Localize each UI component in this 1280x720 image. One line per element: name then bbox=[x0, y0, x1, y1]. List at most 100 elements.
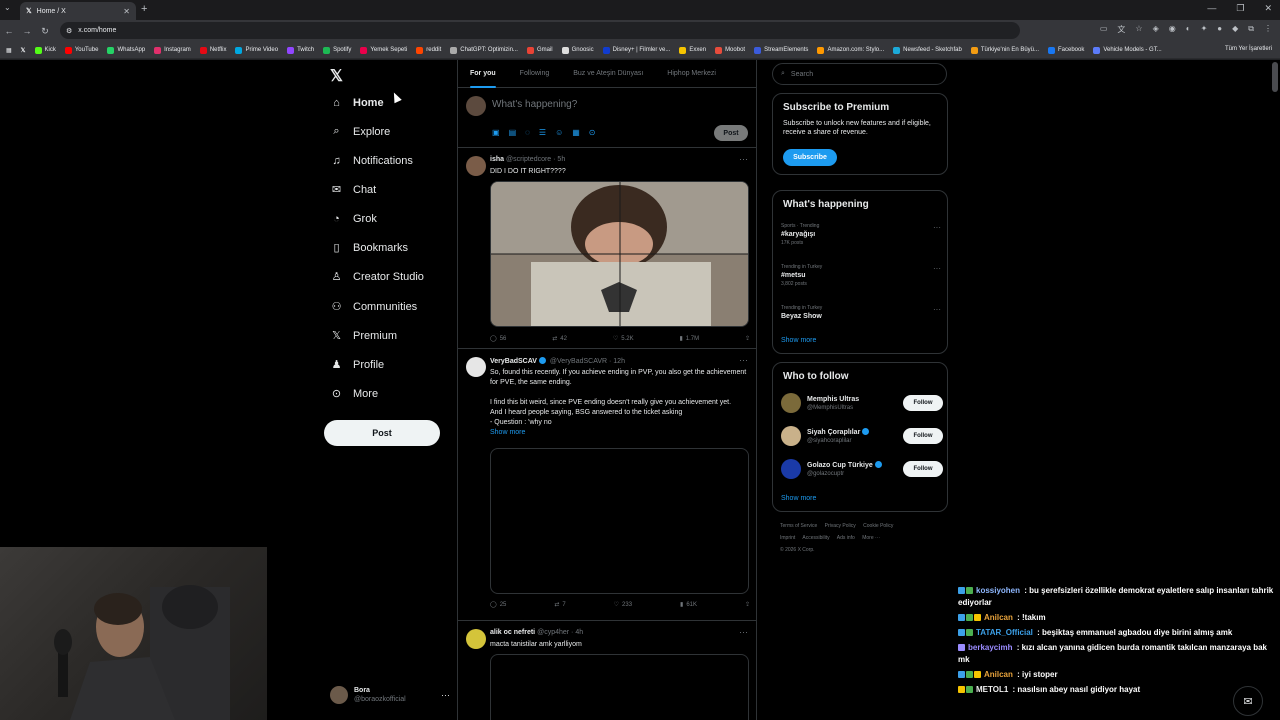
share-icon[interactable]: ⇪ bbox=[745, 335, 750, 342]
bookmark-item[interactable]: Amazon.com: Stylo... bbox=[817, 46, 884, 54]
bookmark-item[interactable]: StreamElements bbox=[754, 46, 808, 54]
extension-icon[interactable]: ◈ bbox=[1153, 24, 1159, 35]
show-more-link[interactable]: Show more bbox=[781, 495, 816, 502]
composer-input[interactable]: What's happening? bbox=[492, 99, 577, 110]
tab-search-icon[interactable]: ⌄ bbox=[4, 3, 11, 12]
nav-item-grok[interactable]: ◔ Grok bbox=[330, 212, 377, 225]
bookmark-item[interactable]: Netflix bbox=[199, 46, 226, 54]
gif-icon[interactable]: ▤ bbox=[509, 128, 517, 137]
extensions-puzzle-icon[interactable]: ⧉ bbox=[1248, 24, 1254, 35]
views-button[interactable]: ▮ 1.7M bbox=[679, 335, 699, 343]
nav-item-notifications[interactable]: ♫ Notifications bbox=[330, 154, 413, 167]
footer-link[interactable]: Imprint bbox=[780, 535, 795, 541]
more-dots-icon[interactable]: ··· bbox=[739, 154, 748, 164]
bookmark-item[interactable]: Twitch bbox=[287, 46, 314, 54]
composer-post-button[interactable]: Post bbox=[714, 125, 748, 141]
install-icon[interactable]: ▭ bbox=[1100, 24, 1108, 35]
tab-community[interactable]: Hiphop Merkezi bbox=[655, 60, 728, 88]
like-button[interactable]: ♡ 5.2K bbox=[613, 335, 634, 343]
extension-icon[interactable]: ◐ bbox=[1186, 24, 1191, 35]
follow-button[interactable]: Follow bbox=[903, 395, 943, 411]
footer-link[interactable]: Ads info bbox=[837, 535, 855, 541]
trend-item[interactable]: Trending in Turkey #metsu 3,802 posts ··… bbox=[781, 264, 941, 287]
poll-icon[interactable]: ☰ bbox=[539, 128, 546, 137]
bookmark-item[interactable]: WhatsApp bbox=[107, 46, 145, 54]
new-tab-icon[interactable]: + bbox=[141, 3, 147, 15]
tab-community[interactable]: Buz ve Ateşin Dünyası bbox=[561, 60, 655, 88]
nav-item-explore[interactable]: ⌕ Explore bbox=[330, 125, 390, 138]
apps-grid-icon[interactable]: ▦ bbox=[6, 47, 12, 54]
views-button[interactable]: ▮ 61K bbox=[680, 601, 697, 609]
bookmark-item[interactable]: Exxen bbox=[679, 46, 706, 54]
footer-link[interactable]: Terms of Service bbox=[780, 523, 817, 529]
tweet-media[interactable] bbox=[490, 448, 749, 594]
extension-icon[interactable]: ◆ bbox=[1232, 24, 1238, 35]
bookmark-item[interactable]: Moobot bbox=[715, 46, 745, 54]
trend-item[interactable]: Sports · Trending #karyağışı 17K posts ·… bbox=[781, 223, 941, 246]
nav-item-profile[interactable]: ♟ Profile bbox=[330, 358, 385, 372]
bookmark-item[interactable]: ChatGPT: Optimizin... bbox=[450, 46, 518, 54]
footer-link[interactable]: Cookie Policy bbox=[863, 523, 893, 529]
more-dots-icon[interactable]: ··· bbox=[933, 305, 941, 314]
nav-item-premium[interactable]: 𝕏 Premium bbox=[330, 329, 397, 343]
bookmark-item[interactable]: Facebook bbox=[1048, 46, 1084, 54]
reply-button[interactable]: ◯ 25 bbox=[490, 601, 506, 609]
site-info-icon[interactable]: ⚙ bbox=[66, 27, 72, 35]
tweet[interactable]: isha @scriptedcore · 5h ··· DID I DO IT … bbox=[458, 148, 756, 349]
like-button[interactable]: ♡ 233 bbox=[614, 601, 632, 609]
bookmark-item[interactable]: Gmail bbox=[526, 46, 553, 54]
bookmark-item[interactable]: Prime Video bbox=[235, 46, 278, 54]
tweet-media[interactable] bbox=[490, 654, 749, 720]
bookmark-item[interactable]: Yemek Sepeti bbox=[360, 46, 407, 54]
nav-item-bookmarks[interactable]: ▯ Bookmarks bbox=[330, 241, 408, 255]
post-button[interactable]: Post bbox=[324, 420, 440, 446]
back-icon[interactable]: ← bbox=[0, 26, 18, 36]
follow-suggestion[interactable]: Golazo Cup Türkiye @golazocuptr Follow bbox=[781, 459, 943, 479]
show-more-link[interactable]: Show more bbox=[490, 428, 752, 438]
all-bookmarks-folder[interactable]: Tüm Yer İşaretleri bbox=[1225, 46, 1272, 52]
extension-icon[interactable]: ✦ bbox=[1201, 24, 1208, 35]
tab-following[interactable]: Following bbox=[508, 60, 562, 88]
tweet-image[interactable] bbox=[490, 181, 749, 327]
bookmark-item[interactable]: Disney+ | Filmler ve... bbox=[602, 46, 670, 54]
bookmark-item[interactable]: Türkiye'nin En Büyü... bbox=[970, 46, 1039, 54]
bookmark-item[interactable]: Kick bbox=[34, 46, 56, 54]
image-icon[interactable]: ▣ bbox=[492, 128, 500, 137]
bookmark-item[interactable]: Gnoosic bbox=[561, 46, 594, 54]
bookmark-item[interactable]: Instagram bbox=[154, 46, 191, 54]
bookmark-item[interactable]: Vehicle Models - GT... bbox=[1093, 46, 1162, 54]
show-more-link[interactable]: Show more bbox=[781, 337, 816, 344]
follow-suggestion[interactable]: Siyah Çoraplılar @siyahcoraplilar Follow bbox=[781, 426, 943, 446]
grok-icon[interactable]: ◌ bbox=[525, 128, 530, 137]
star-icon[interactable]: ☆ bbox=[1135, 24, 1142, 35]
close-tab-icon[interactable]: ✕ bbox=[123, 7, 130, 16]
extension-icon[interactable]: ● bbox=[1217, 24, 1222, 35]
trend-item[interactable]: Trending in Turkey Beyaz Show ··· bbox=[781, 305, 941, 320]
profile-menu-icon[interactable]: ⋮ bbox=[1264, 24, 1272, 35]
address-bar[interactable]: ⚙ x.com/home bbox=[60, 22, 1020, 39]
translate-icon[interactable]: 文 bbox=[1117, 24, 1125, 35]
nav-item-creator-studio[interactable]: ♙ Creator Studio bbox=[330, 270, 424, 284]
messages-drawer-icon[interactable]: ✉ bbox=[1233, 686, 1263, 716]
footer-link[interactable]: Privacy Policy bbox=[825, 523, 856, 529]
forward-icon[interactable]: → bbox=[18, 26, 36, 36]
account-switcher[interactable]: Bora @boraozkofficial ··· bbox=[330, 686, 450, 704]
nav-item-chat[interactable]: ✉ Chat bbox=[330, 183, 376, 197]
browser-tab[interactable]: 𝕏 Home / X ✕ bbox=[20, 2, 136, 20]
subscribe-button[interactable]: Subscribe bbox=[783, 149, 837, 166]
close-window-icon[interactable]: ✕ bbox=[1264, 3, 1272, 14]
search-input[interactable]: ⌕ Search bbox=[772, 63, 947, 85]
page-scrollbar[interactable] bbox=[1272, 62, 1278, 92]
follow-button[interactable]: Follow bbox=[903, 428, 943, 444]
more-dots-icon[interactable]: ··· bbox=[739, 355, 748, 365]
nav-item-home[interactable]: ⌂ Home bbox=[330, 96, 383, 109]
follow-button[interactable]: Follow bbox=[903, 461, 943, 477]
bookmark-item[interactable]: reddit bbox=[416, 46, 441, 54]
tweet[interactable]: alik oc nefreti @cyp4her · 4h ··· macta … bbox=[458, 621, 756, 720]
more-dots-icon[interactable]: ··· bbox=[739, 627, 748, 637]
extension-icon[interactable]: ◉ bbox=[1169, 24, 1176, 35]
more-dots-icon[interactable]: ··· bbox=[441, 690, 450, 700]
x-bookmark-icon[interactable]: 𝕏 bbox=[21, 47, 26, 54]
reply-button[interactable]: ◯ 56 bbox=[490, 335, 506, 343]
tab-for-you[interactable]: For you bbox=[458, 60, 508, 88]
